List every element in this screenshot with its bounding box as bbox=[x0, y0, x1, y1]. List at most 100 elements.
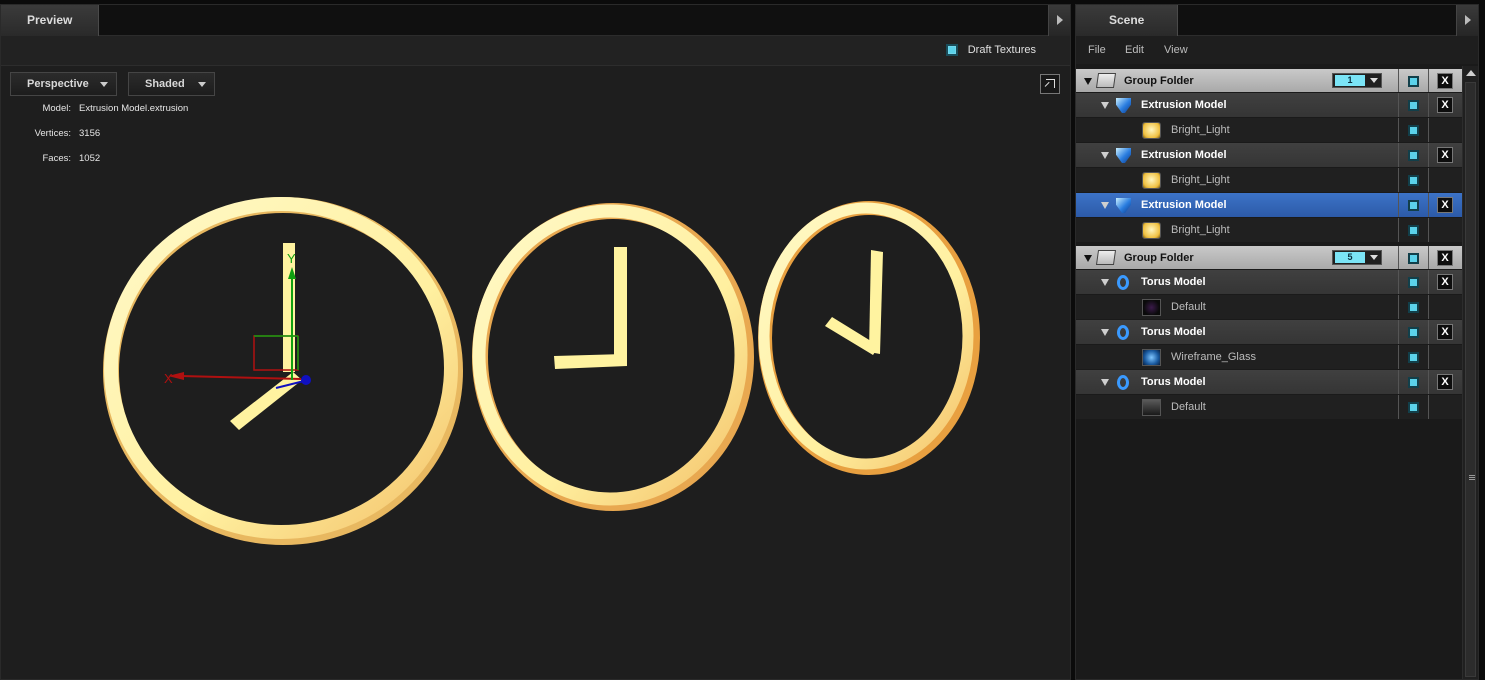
model-name: Extrusion Model bbox=[1141, 149, 1227, 161]
model-name: Extrusion Model bbox=[1141, 99, 1227, 111]
visibility-toggle[interactable] bbox=[1408, 100, 1419, 111]
delete-button[interactable]: X bbox=[1437, 374, 1453, 390]
grip-icon bbox=[1469, 475, 1475, 480]
delete-cell: X bbox=[1428, 143, 1458, 167]
delete-cell bbox=[1428, 295, 1458, 319]
expand-triangle-icon[interactable] bbox=[1084, 78, 1092, 85]
group-count-stepper[interactable]: 5 bbox=[1332, 250, 1382, 265]
delete-button[interactable]: X bbox=[1437, 97, 1453, 113]
visibility-toggle[interactable] bbox=[1408, 150, 1419, 161]
visibility-toggle[interactable] bbox=[1408, 377, 1419, 388]
visibility-toggle[interactable] bbox=[1408, 175, 1419, 186]
expand-triangle-icon[interactable] bbox=[1101, 202, 1109, 209]
material-swatch-icon bbox=[1142, 172, 1161, 189]
torus-icon bbox=[1117, 275, 1129, 290]
visibility-toggle[interactable] bbox=[1408, 253, 1419, 264]
extrusion-icon bbox=[1116, 98, 1131, 113]
visibility-toggle[interactable] bbox=[1408, 402, 1419, 413]
chevron-down-icon[interactable] bbox=[1370, 255, 1378, 260]
delete-button[interactable]: X bbox=[1437, 250, 1453, 266]
scene-tabbar: Scene bbox=[1076, 5, 1478, 36]
material-name: Default bbox=[1171, 301, 1206, 313]
visibility-toggle[interactable] bbox=[1408, 225, 1419, 236]
scroll-up-icon[interactable] bbox=[1466, 70, 1476, 76]
group-name: Group Folder bbox=[1124, 75, 1194, 87]
delete-button[interactable]: X bbox=[1437, 324, 1453, 340]
tree-material-row[interactable]: Default bbox=[1076, 395, 1462, 420]
tree-model-row[interactable]: Torus Model X bbox=[1076, 270, 1462, 295]
material-swatch-icon bbox=[1142, 349, 1161, 366]
tab-scene[interactable]: Scene bbox=[1076, 5, 1179, 36]
visibility-cell bbox=[1398, 370, 1428, 394]
delete-button[interactable]: X bbox=[1437, 73, 1453, 89]
draft-textures-checkbox[interactable] bbox=[945, 44, 958, 56]
expand-triangle-icon[interactable] bbox=[1084, 255, 1092, 262]
menu-view[interactable]: View bbox=[1164, 44, 1188, 56]
visibility-cell bbox=[1398, 93, 1428, 117]
model-name: Extrusion Model bbox=[1141, 199, 1227, 211]
visibility-toggle[interactable] bbox=[1408, 302, 1419, 313]
group-count-value: 1 bbox=[1335, 75, 1365, 86]
expand-triangle-icon[interactable] bbox=[1101, 379, 1109, 386]
scroll-thumb[interactable] bbox=[1465, 82, 1476, 677]
scene-scrollbar[interactable] bbox=[1462, 66, 1478, 679]
draft-textures-toggle[interactable]: Draft Textures bbox=[945, 44, 1036, 56]
material-swatch-icon bbox=[1142, 299, 1161, 316]
visibility-cell bbox=[1398, 246, 1428, 269]
tree-model-row[interactable]: Torus Model X bbox=[1076, 320, 1462, 345]
visibility-cell bbox=[1398, 345, 1428, 369]
visibility-toggle[interactable] bbox=[1408, 277, 1419, 288]
tree-model-row[interactable]: Extrusion Model X bbox=[1076, 193, 1462, 218]
expand-triangle-icon[interactable] bbox=[1101, 279, 1109, 286]
scene-panel: Scene File Edit View Group Folder 1 X Extru… bbox=[1075, 4, 1479, 680]
expand-triangle-icon[interactable] bbox=[1101, 152, 1109, 159]
tree-material-row[interactable]: Wireframe_Glass bbox=[1076, 345, 1462, 370]
tree-group-row[interactable]: Group Folder 1 X bbox=[1076, 69, 1462, 93]
tree-material-row[interactable]: Bright_Light bbox=[1076, 168, 1462, 193]
group-name: Group Folder bbox=[1124, 252, 1194, 264]
tree-material-row[interactable]: Bright_Light bbox=[1076, 118, 1462, 143]
visibility-toggle[interactable] bbox=[1408, 125, 1419, 136]
tree-material-row[interactable]: Default bbox=[1076, 295, 1462, 320]
delete-cell: X bbox=[1428, 370, 1458, 394]
model-name: Torus Model bbox=[1141, 326, 1206, 338]
tab-preview[interactable]: Preview bbox=[1, 5, 100, 36]
tree-model-row[interactable]: Torus Model X bbox=[1076, 370, 1462, 395]
delete-cell: X bbox=[1428, 270, 1458, 294]
expand-triangle-icon[interactable] bbox=[1101, 329, 1109, 336]
material-name: Bright_Light bbox=[1171, 174, 1230, 186]
visibility-toggle[interactable] bbox=[1408, 76, 1419, 87]
visibility-cell bbox=[1398, 395, 1428, 419]
menu-file[interactable]: File bbox=[1088, 44, 1106, 56]
visibility-cell bbox=[1398, 295, 1428, 319]
delete-cell: X bbox=[1428, 246, 1458, 269]
delete-button[interactable]: X bbox=[1437, 147, 1453, 163]
material-swatch-icon bbox=[1142, 399, 1161, 416]
clock-model-2 bbox=[472, 203, 754, 511]
tree-material-row[interactable]: Bright_Light bbox=[1076, 218, 1462, 243]
visibility-toggle[interactable] bbox=[1408, 352, 1419, 363]
delete-cell: X bbox=[1428, 193, 1458, 217]
delete-button[interactable]: X bbox=[1437, 197, 1453, 213]
visibility-cell bbox=[1398, 193, 1428, 217]
model-name: Torus Model bbox=[1141, 376, 1206, 388]
scene-menubar: File Edit View bbox=[1076, 36, 1478, 64]
axis-x-label: X bbox=[164, 371, 173, 386]
visibility-toggle[interactable] bbox=[1408, 200, 1419, 211]
group-count-stepper[interactable]: 1 bbox=[1332, 73, 1382, 88]
tree-model-row[interactable]: Extrusion Model X bbox=[1076, 93, 1462, 118]
delete-cell bbox=[1428, 345, 1458, 369]
preview-panel: Preview Draft Textures Perspective Shade… bbox=[0, 4, 1071, 680]
preview-toolbar: Draft Textures bbox=[1, 36, 1070, 66]
expand-triangle-icon[interactable] bbox=[1101, 102, 1109, 109]
chevron-down-icon[interactable] bbox=[1370, 78, 1378, 83]
tree-model-row[interactable]: Extrusion Model X bbox=[1076, 143, 1462, 168]
menu-edit[interactable]: Edit bbox=[1125, 44, 1144, 56]
visibility-toggle[interactable] bbox=[1408, 327, 1419, 338]
tree-group-row[interactable]: Group Folder 5 X bbox=[1076, 246, 1462, 270]
panel-menu-arrow-icon[interactable] bbox=[1456, 5, 1478, 36]
visibility-cell bbox=[1398, 218, 1428, 242]
delete-cell: X bbox=[1428, 320, 1458, 344]
delete-button[interactable]: X bbox=[1437, 274, 1453, 290]
panel-menu-arrow-icon[interactable] bbox=[1048, 5, 1070, 36]
